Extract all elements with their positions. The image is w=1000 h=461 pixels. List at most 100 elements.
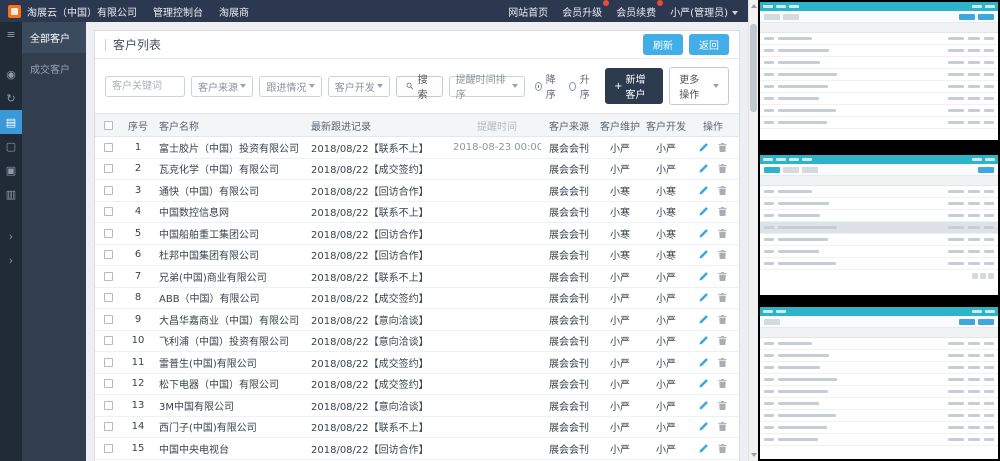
sidebar-item-closed-customers[interactable]: 成交客户 <box>22 53 86 84</box>
sort-field-select[interactable]: 提醒时间排序 <box>449 76 525 97</box>
member-renew-link[interactable]: 会员续费 <box>616 4 656 19</box>
edit-icon[interactable] <box>698 443 709 454</box>
customer-table: 序号 客户名称 最新跟进记录 提醒时间 客户来源 客户维护 客户开发 操作 1 … <box>95 113 739 461</box>
scrollbar-thumb[interactable] <box>750 24 757 112</box>
row-checkbox[interactable] <box>104 336 113 345</box>
table-row[interactable]: 15 中国中央电视台 2018/08/22【回访合作】 展会会刊 小严 小严 <box>95 438 739 460</box>
edit-icon[interactable] <box>698 314 709 325</box>
delete-icon[interactable] <box>717 314 728 325</box>
edit-icon[interactable] <box>698 185 709 196</box>
select-all-checkbox[interactable] <box>104 121 113 130</box>
sidebar-item-all-customers[interactable]: 全部客户 <box>22 22 86 53</box>
edit-icon[interactable] <box>698 206 709 217</box>
back-button[interactable]: 返回 <box>689 34 729 55</box>
sort-desc-label: 降序 <box>546 71 559 101</box>
sort-asc-radio[interactable] <box>569 82 576 91</box>
store-link[interactable]: 淘展商 <box>219 4 249 19</box>
table-row[interactable]: 12 松下电器（中国）有限公司 2018/08/22【成交签约】 展会会刊 小严… <box>95 374 739 396</box>
table-row[interactable]: 10 飞利浦（中国）投资有限公司 2018/08/22【意向洽谈】 展会会刊 小… <box>95 331 739 353</box>
more-actions-button[interactable]: 更多操作 <box>669 67 729 105</box>
row-checkbox[interactable] <box>104 272 113 281</box>
delete-icon[interactable] <box>717 185 728 196</box>
app-preview-1[interactable] <box>760 2 998 140</box>
app-preview-3[interactable] <box>760 307 998 459</box>
delete-icon[interactable] <box>717 421 728 432</box>
chevron-right-icon[interactable]: › <box>0 248 22 272</box>
delete-icon[interactable] <box>717 292 728 303</box>
edit-icon[interactable] <box>698 142 709 153</box>
delete-icon[interactable] <box>717 142 728 153</box>
row-checkbox[interactable] <box>104 401 113 410</box>
member-upgrade-link[interactable]: 会员升级 <box>562 4 602 19</box>
table-row[interactable]: 6 杜邦中国集团有限公司 2018/08/22【回访合作】 展会会刊 小寒 小寒 <box>95 245 739 267</box>
row-checkbox[interactable] <box>104 250 113 259</box>
row-checkbox[interactable] <box>104 207 113 216</box>
followup-select[interactable]: 跟进情况 <box>259 76 321 97</box>
delete-icon[interactable] <box>717 335 728 346</box>
table-row[interactable]: 9 大昌华嘉商业（中国）有限公司 2018/08/22【意向洽谈】 展会会刊 小… <box>95 309 739 331</box>
table-row[interactable]: 13 3M中国有限公司 2018/08/22【意向洽谈】 展会会刊 小严 小严 <box>95 395 739 417</box>
table-row[interactable]: 2 瓦克化学（中国）有限公司 2018/08/22【成交签约】 展会会刊 小严 … <box>95 159 739 181</box>
main-content: 客户列表 刷新 返回 客户来源 跟进情况 客户开发 搜索 提醒时间排序 降 <box>86 22 748 461</box>
row-checkbox[interactable] <box>104 379 113 388</box>
sort-desc-radio[interactable] <box>535 82 542 91</box>
table-row[interactable]: 5 中国船舶重工集团公司 2018/08/22【回访合作】 展会会刊 小寒 小寒 <box>95 223 739 245</box>
keyword-input[interactable] <box>105 76 185 97</box>
delete-icon[interactable] <box>717 271 728 282</box>
table-row[interactable]: 8 ABB（中国）有限公司 2018/08/22【成交签约】 展会会刊 小严 小… <box>95 288 739 310</box>
menu-icon[interactable]: ≡ <box>0 22 22 46</box>
add-customer-button[interactable]: +新增客户 <box>605 68 663 104</box>
row-checkbox[interactable] <box>104 143 113 152</box>
chart-icon[interactable]: ▥ <box>0 182 22 206</box>
page-scrollbar[interactable] <box>748 0 758 461</box>
scroll-down-icon[interactable] <box>751 453 757 457</box>
row-checkbox[interactable] <box>104 444 113 453</box>
row-checkbox[interactable] <box>104 293 113 302</box>
edit-icon[interactable] <box>698 271 709 282</box>
table-row[interactable]: 3 通快（中国）有限公司 2018/08/22【回访合作】 展会会刊 小寒 小寒 <box>95 180 739 202</box>
delete-icon[interactable] <box>717 378 728 389</box>
edit-icon[interactable] <box>698 400 709 411</box>
delete-icon[interactable] <box>717 228 728 239</box>
edit-icon[interactable] <box>698 163 709 174</box>
delete-icon[interactable] <box>717 400 728 411</box>
delete-icon[interactable] <box>717 357 728 368</box>
edit-icon[interactable] <box>698 249 709 260</box>
scroll-up-icon[interactable] <box>751 4 757 8</box>
user-menu[interactable]: 小严(管理员) <box>670 4 738 19</box>
app-preview-2[interactable] <box>760 155 998 295</box>
edit-icon[interactable] <box>698 335 709 346</box>
source-select[interactable]: 客户来源 <box>191 76 253 97</box>
edit-icon[interactable] <box>698 357 709 368</box>
search-button[interactable]: 搜索 <box>396 76 443 97</box>
user-icon[interactable]: ◉ <box>0 62 22 86</box>
table-row[interactable]: 11 雷普生(中国)有限公司 2018/08/22【成交签约】 展会会刊 小严 … <box>95 352 739 374</box>
table-row[interactable]: 7 兄弟(中国)商业有限公司 2018/08/22【联系不上】 展会会刊 小严 … <box>95 266 739 288</box>
row-checkbox[interactable] <box>104 186 113 195</box>
row-checkbox[interactable] <box>104 422 113 431</box>
delete-icon[interactable] <box>717 163 728 174</box>
delete-icon[interactable] <box>717 206 728 217</box>
refresh-icon[interactable]: ↻ <box>0 86 22 110</box>
edit-icon[interactable] <box>698 421 709 432</box>
table-row[interactable]: 4 中国数控信息网 2018/08/22【联系不上】 展会会刊 小寒 小寒 <box>95 202 739 224</box>
delete-icon[interactable] <box>717 443 728 454</box>
delete-icon[interactable] <box>717 249 728 260</box>
row-checkbox[interactable] <box>104 229 113 238</box>
refresh-button[interactable]: 刷新 <box>643 34 683 55</box>
row-checkbox[interactable] <box>104 315 113 324</box>
edit-icon[interactable] <box>698 228 709 239</box>
grid-icon[interactable]: ▣ <box>0 158 22 182</box>
row-checkbox[interactable] <box>104 358 113 367</box>
row-checkbox[interactable] <box>104 164 113 173</box>
customer-list-icon[interactable]: ▤ <box>0 110 22 134</box>
edit-icon[interactable] <box>698 378 709 389</box>
box-icon[interactable]: ▢ <box>0 134 22 158</box>
table-row[interactable]: 1 富士胶片（中国）投资有限公司 2018/08/22【联系不上】 2018-0… <box>95 137 739 159</box>
chevron-right-icon[interactable]: › <box>0 224 22 248</box>
console-link[interactable]: 管理控制台 <box>153 4 203 19</box>
edit-icon[interactable] <box>698 292 709 303</box>
table-row[interactable]: 14 西门子(中国)有限公司 2018/08/22【联系不上】 展会会刊 小严 … <box>95 417 739 439</box>
developer-select[interactable]: 客户开发 <box>328 76 390 97</box>
home-link[interactable]: 网站首页 <box>508 4 548 19</box>
